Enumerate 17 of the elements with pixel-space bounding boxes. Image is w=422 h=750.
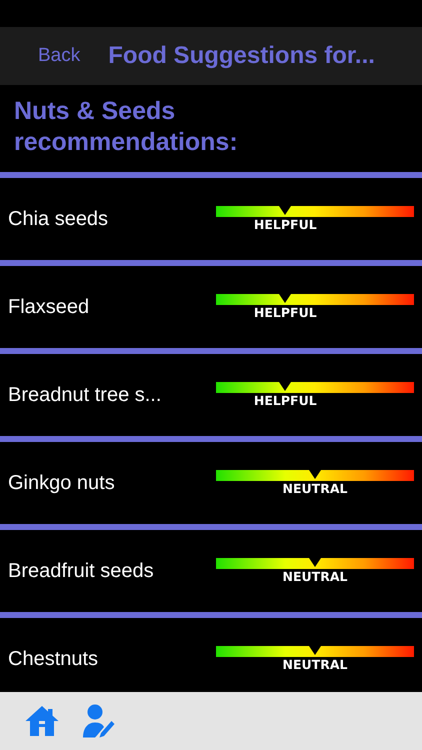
section-heading: Nuts & Seeds recommendations:: [13, 96, 239, 158]
food-name: Breadnut tree s...: [8, 384, 162, 406]
rating-label: HELPFUL: [254, 217, 317, 232]
screen-title: Food Suggestions for...: [108, 42, 375, 70]
user-edit-icon[interactable]: [80, 703, 116, 739]
food-name: Ginkgo nuts: [8, 472, 115, 494]
food-name: Breadfruit seeds: [8, 560, 154, 582]
rating-label: NEUTRAL: [282, 657, 348, 672]
back-button[interactable]: Back: [38, 45, 80, 67]
food-name: Flaxseed: [8, 296, 90, 318]
food-name: Chestnuts: [8, 648, 98, 670]
home-icon[interactable]: [24, 703, 60, 739]
rating-label: HELPFUL: [254, 305, 317, 320]
rating-label: NEUTRAL: [282, 481, 348, 496]
rating-label: HELPFUL: [254, 393, 317, 408]
food-name: Chia seeds: [8, 208, 108, 230]
rating-label: NEUTRAL: [282, 569, 348, 584]
